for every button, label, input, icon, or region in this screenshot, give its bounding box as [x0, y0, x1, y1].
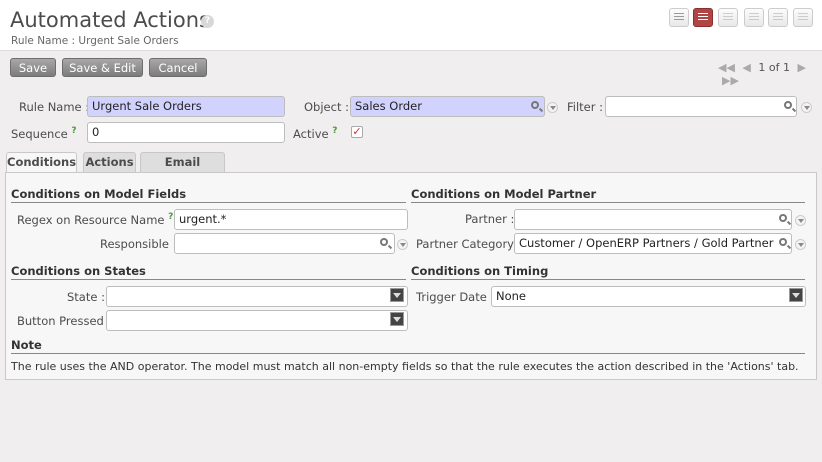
section-note: Note [11, 338, 805, 354]
select-arrow-icon[interactable] [390, 312, 404, 326]
search-icon[interactable] [779, 214, 787, 222]
save-edit-button[interactable]: Save & Edit [62, 58, 143, 77]
rule-name-label: Rule Name : [19, 100, 90, 114]
filter-label: Filter : [567, 100, 604, 114]
select-arrow-icon[interactable] [390, 288, 404, 302]
tab-conditions[interactable]: Conditions [6, 152, 77, 174]
partner-label: Partner : [465, 212, 515, 226]
list-view-icon[interactable] [669, 8, 689, 27]
tab-actions[interactable]: Actions [83, 152, 136, 172]
filter-input[interactable] [605, 96, 797, 117]
gantt-view-icon[interactable] [768, 8, 788, 27]
partner-category-label: Partner Category : [416, 237, 522, 251]
breadcrumb: Rule Name : Urgent Sale Orders [11, 35, 179, 47]
dropdown-arrow-icon[interactable] [397, 239, 408, 250]
object-input[interactable]: Sales Order [350, 96, 545, 117]
pager-value: 1 of 1 [758, 61, 790, 74]
section-model-fields: Conditions on Model Fields [11, 187, 406, 203]
search-icon[interactable] [784, 101, 792, 109]
search-icon[interactable] [779, 238, 787, 246]
dropdown-arrow-icon[interactable] [795, 239, 806, 250]
graph-view-icon[interactable] [718, 8, 738, 27]
last-page-icon[interactable]: ▶▶ [722, 74, 739, 87]
rule-name-input[interactable]: Urgent Sale Orders [87, 96, 285, 117]
partner-input[interactable] [514, 209, 792, 230]
tab-email-actions[interactable]: Email Actions [140, 152, 225, 188]
responsible-input[interactable] [174, 233, 395, 254]
help-icon[interactable]: ? [168, 212, 173, 222]
dropdown-arrow-icon[interactable] [547, 102, 558, 113]
search-icon[interactable] [531, 101, 539, 109]
cancel-button[interactable]: Cancel [149, 58, 207, 77]
state-select[interactable] [106, 286, 408, 307]
button-pressed-select[interactable] [106, 310, 408, 331]
active-label: Active ? [293, 126, 338, 141]
section-timing: Conditions on Timing [411, 264, 805, 280]
state-label: State : [67, 290, 105, 304]
help-icon[interactable]: ? [332, 126, 337, 136]
note-text: The rule uses the AND operator. The mode… [11, 360, 799, 373]
first-page-icon[interactable]: ◀◀ [718, 61, 735, 74]
button-pressed-label: Button Pressed : [17, 314, 112, 328]
help-icon[interactable]: ? [71, 126, 76, 136]
page-title: Automated Actions [10, 8, 210, 32]
trigger-date-label: Trigger Date : [416, 290, 495, 304]
page-header: Automated Actions ? Rule Name : Urgent S… [0, 0, 822, 51]
partner-category-input[interactable]: Customer / OpenERP Partners / Gold Partn… [514, 233, 792, 254]
dropdown-arrow-icon[interactable] [795, 215, 806, 226]
object-label: Object : [304, 100, 349, 114]
dropdown-arrow-icon[interactable] [801, 102, 812, 113]
section-model-partner: Conditions on Model Partner [411, 187, 805, 203]
sequence-label: Sequence ? [11, 126, 77, 141]
active-checkbox[interactable]: ✓ [351, 126, 363, 138]
save-button[interactable]: Save [10, 58, 56, 77]
responsible-label: Responsible : [100, 237, 177, 251]
section-states: Conditions on States [11, 264, 406, 280]
checkmark-icon: ✓ [352, 125, 362, 138]
prev-page-icon[interactable]: ◀ [742, 61, 750, 74]
form-view-icon[interactable] [693, 8, 713, 27]
select-arrow-icon[interactable] [789, 288, 803, 302]
search-icon[interactable] [380, 238, 388, 246]
calendar-view-icon[interactable] [744, 8, 764, 27]
pager: ◀◀ ◀ 1 of 1 ▶ ▶▶ [718, 61, 822, 87]
help-icon[interactable]: ? [201, 15, 214, 28]
regex-input[interactable]: urgent.* [174, 209, 408, 230]
trigger-date-select[interactable]: None [491, 286, 806, 307]
regex-label: Regex on Resource Name ? [17, 212, 174, 227]
next-page-icon[interactable]: ▶ [797, 61, 805, 74]
sequence-input[interactable]: 0 [87, 122, 285, 143]
kanban-view-icon[interactable] [793, 8, 813, 27]
